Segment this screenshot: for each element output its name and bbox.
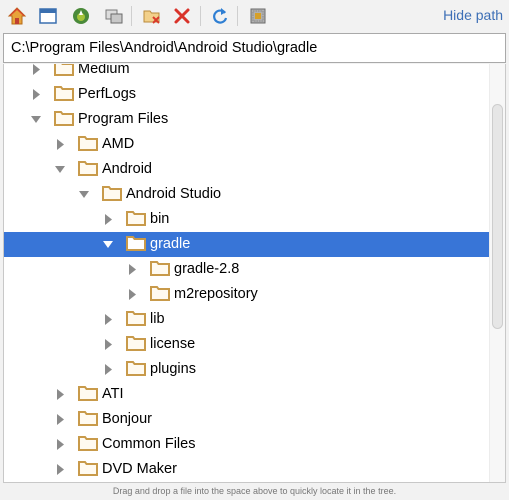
android-icon [73, 8, 89, 24]
collapsed-arrow-icon[interactable] [127, 264, 137, 275]
tree-item-label: lib [150, 311, 165, 327]
folder-icon [78, 461, 98, 476]
folder-icon [78, 436, 98, 451]
collapsed-arrow-icon[interactable] [103, 364, 113, 375]
tree-row[interactable]: plugins [4, 357, 490, 382]
collapsed-arrow-icon[interactable] [127, 289, 137, 300]
collapsed-arrow-icon[interactable] [55, 414, 65, 425]
desktop-button[interactable] [36, 4, 60, 28]
tree-row[interactable]: gradle [4, 232, 490, 257]
delete-x-icon [174, 8, 190, 24]
toolbar-separator [131, 6, 132, 26]
folder-icon [78, 411, 98, 426]
tree-row[interactable]: ATI [4, 382, 490, 407]
android-project-button[interactable] [69, 4, 93, 28]
scrollbar-thumb[interactable] [492, 104, 503, 329]
collapsed-arrow-icon[interactable] [103, 214, 113, 225]
folder-icon [126, 336, 146, 351]
expanded-arrow-icon[interactable] [103, 239, 113, 250]
toolbar-separator [237, 6, 238, 26]
collapsed-arrow-icon[interactable] [31, 64, 41, 75]
folder-icon [126, 211, 146, 226]
tree-row[interactable]: lib [4, 307, 490, 332]
home-icon [7, 7, 27, 25]
status-hint: Drag and drop a file into the space abov… [112, 486, 397, 496]
tree-item-label: PerfLogs [78, 86, 137, 102]
show-hidden-button[interactable] [246, 4, 270, 28]
folder-icon [54, 86, 74, 101]
tree-item-label: Medium [78, 64, 130, 77]
folder-icon [78, 386, 98, 401]
tree-row[interactable]: AMD [4, 132, 490, 157]
collapsed-arrow-icon[interactable] [55, 439, 65, 450]
delete-button[interactable] [170, 4, 194, 28]
tree-item-label: Program Files [78, 111, 169, 127]
tree-row[interactable]: Android [4, 157, 490, 182]
new-folder-icon [143, 10, 160, 24]
collapsed-arrow-icon[interactable] [103, 339, 113, 350]
tree-item-label: Android Studio [126, 186, 222, 202]
tree-item-label: m2repository [174, 286, 258, 302]
show-hidden-files-icon [250, 8, 266, 24]
collapsed-arrow-icon[interactable] [55, 389, 65, 400]
toolbar-separator [200, 6, 201, 26]
tree-item-label: plugins [150, 361, 196, 377]
folder-icon [54, 64, 74, 76]
new-folder-button[interactable] [140, 4, 164, 28]
folder-icon [150, 261, 170, 276]
tree-item-label: Bonjour [102, 411, 152, 427]
folder-icon [126, 311, 146, 326]
collapsed-arrow-icon[interactable] [55, 464, 65, 475]
expanded-arrow-icon[interactable] [31, 114, 41, 125]
module-folders-icon [105, 9, 123, 24]
tree-item-label: license [150, 336, 196, 352]
module-button[interactable] [102, 4, 126, 28]
refresh-icon [213, 8, 228, 24]
tree-row[interactable]: Medium [4, 64, 490, 82]
expanded-arrow-icon[interactable] [55, 164, 65, 175]
desktop-window-icon [39, 8, 57, 24]
tree-row[interactable]: PerfLogs [4, 82, 490, 107]
folder-icon [54, 111, 74, 126]
tree-item-label: Android [102, 161, 152, 177]
collapsed-arrow-icon[interactable] [55, 139, 65, 150]
hide-path-link[interactable]: Hide path [443, 7, 503, 23]
tree-row[interactable]: Program Files [4, 107, 490, 132]
tree-item-label: ATI [102, 386, 124, 402]
file-tree[interactable]: DVD Maker Common Files Bonjour ATI plugins li… [3, 64, 506, 483]
tree-item-label: gradle-2.8 [174, 261, 240, 277]
tree-row[interactable]: Common Files [4, 432, 490, 457]
tree-item-label: gradle [150, 236, 191, 252]
refresh-button[interactable] [208, 4, 232, 28]
tree-row[interactable]: license [4, 332, 490, 357]
toolbar: Hide path [0, 0, 509, 32]
tree-row[interactable]: Bonjour [4, 407, 490, 432]
collapsed-arrow-icon[interactable] [103, 314, 113, 325]
tree-row[interactable]: DVD Maker [4, 457, 490, 482]
tree-row[interactable]: m2repository [4, 282, 490, 307]
tree-item-label: AMD [102, 136, 135, 152]
tree-row[interactable]: Android Studio [4, 182, 490, 207]
tree-item-label: Common Files [102, 436, 196, 452]
home-button[interactable] [5, 4, 29, 28]
folder-icon [78, 136, 98, 151]
expanded-arrow-icon[interactable] [79, 189, 89, 200]
folder-icon [126, 236, 146, 251]
folder-icon [102, 186, 122, 201]
tree-row[interactable]: bin [4, 207, 490, 232]
tree-row[interactable]: gradle-2.8 [4, 257, 490, 282]
vertical-scrollbar[interactable] [489, 64, 505, 482]
tree-item-label: DVD Maker [102, 461, 177, 477]
folder-icon [126, 361, 146, 376]
folder-icon [78, 161, 98, 176]
path-field[interactable]: C:\Program Files\Android\Android Studio\… [3, 33, 506, 63]
folder-icon [150, 286, 170, 301]
collapsed-arrow-icon[interactable] [31, 89, 41, 100]
tree-item-label: bin [150, 211, 170, 227]
